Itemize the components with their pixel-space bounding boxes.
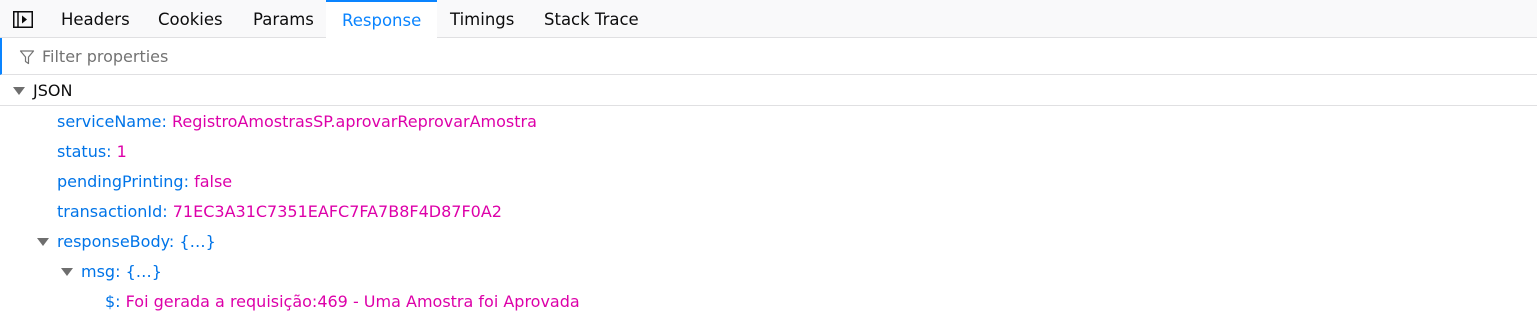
response-panel: Headers Cookies Params Response Timings … — [0, 0, 1537, 314]
property-key: pendingPrinting: — [57, 172, 189, 191]
tab-stack-trace[interactable]: Stack Trace — [544, 0, 639, 38]
json-root-label: JSON — [33, 81, 73, 100]
property-key: transactionId: — [57, 202, 168, 221]
tree-row-msg[interactable]: msg: {…} — [81, 257, 162, 287]
filter-properties-input[interactable] — [42, 43, 1522, 69]
expand-arrow-icon[interactable] — [61, 268, 73, 276]
property-value: RegistroAmostrasSP.aprovarReprovarAmostr… — [172, 112, 537, 131]
object-summary: {…} — [179, 232, 216, 251]
expand-arrow-icon[interactable] — [37, 238, 49, 246]
expand-arrow-icon[interactable] — [13, 87, 25, 95]
toggle-sidebar-icon[interactable] — [13, 11, 33, 28]
object-summary: {…} — [125, 262, 162, 281]
tree-row-responsebody[interactable]: responseBody: {…} — [57, 227, 216, 257]
property-key: msg: — [81, 262, 121, 281]
tree-row-pendingprinting[interactable]: pendingPrinting: false — [57, 167, 232, 197]
filter-icon — [19, 50, 35, 65]
tree-row-transactionid[interactable]: transactionId: 71EC3A31C7351EAFC7FA7B8F4… — [57, 197, 502, 227]
property-value: Foi gerada a requisição:469 - Uma Amostr… — [125, 292, 580, 311]
property-value: 71EC3A31C7351EAFC7FA7B8F4D87F0A2 — [172, 202, 502, 221]
tree-row-status[interactable]: status: 1 — [57, 137, 127, 167]
tab-bar: Headers Cookies Params Response Timings … — [0, 0, 1537, 38]
property-key: $: — [105, 292, 121, 311]
property-key: status: — [57, 142, 112, 161]
tab-cookies[interactable]: Cookies — [158, 0, 223, 38]
tree-root-row[interactable]: JSON — [0, 75, 1537, 106]
tree-row-dollar[interactable]: $: Foi gerada a requisição:469 - Uma Amo… — [105, 287, 580, 314]
property-key: serviceName: — [57, 112, 167, 131]
property-key: responseBody: — [57, 232, 175, 251]
tab-params[interactable]: Params — [253, 0, 314, 38]
tab-response[interactable]: Response — [326, 0, 438, 38]
tree-row-servicename[interactable]: serviceName: RegistroAmostrasSP.aprovarR… — [57, 107, 537, 137]
tab-headers[interactable]: Headers — [61, 0, 130, 38]
property-value: 1 — [116, 142, 127, 161]
filter-bar — [0, 38, 1537, 75]
tab-timings[interactable]: Timings — [450, 0, 514, 38]
property-value: false — [194, 172, 233, 191]
